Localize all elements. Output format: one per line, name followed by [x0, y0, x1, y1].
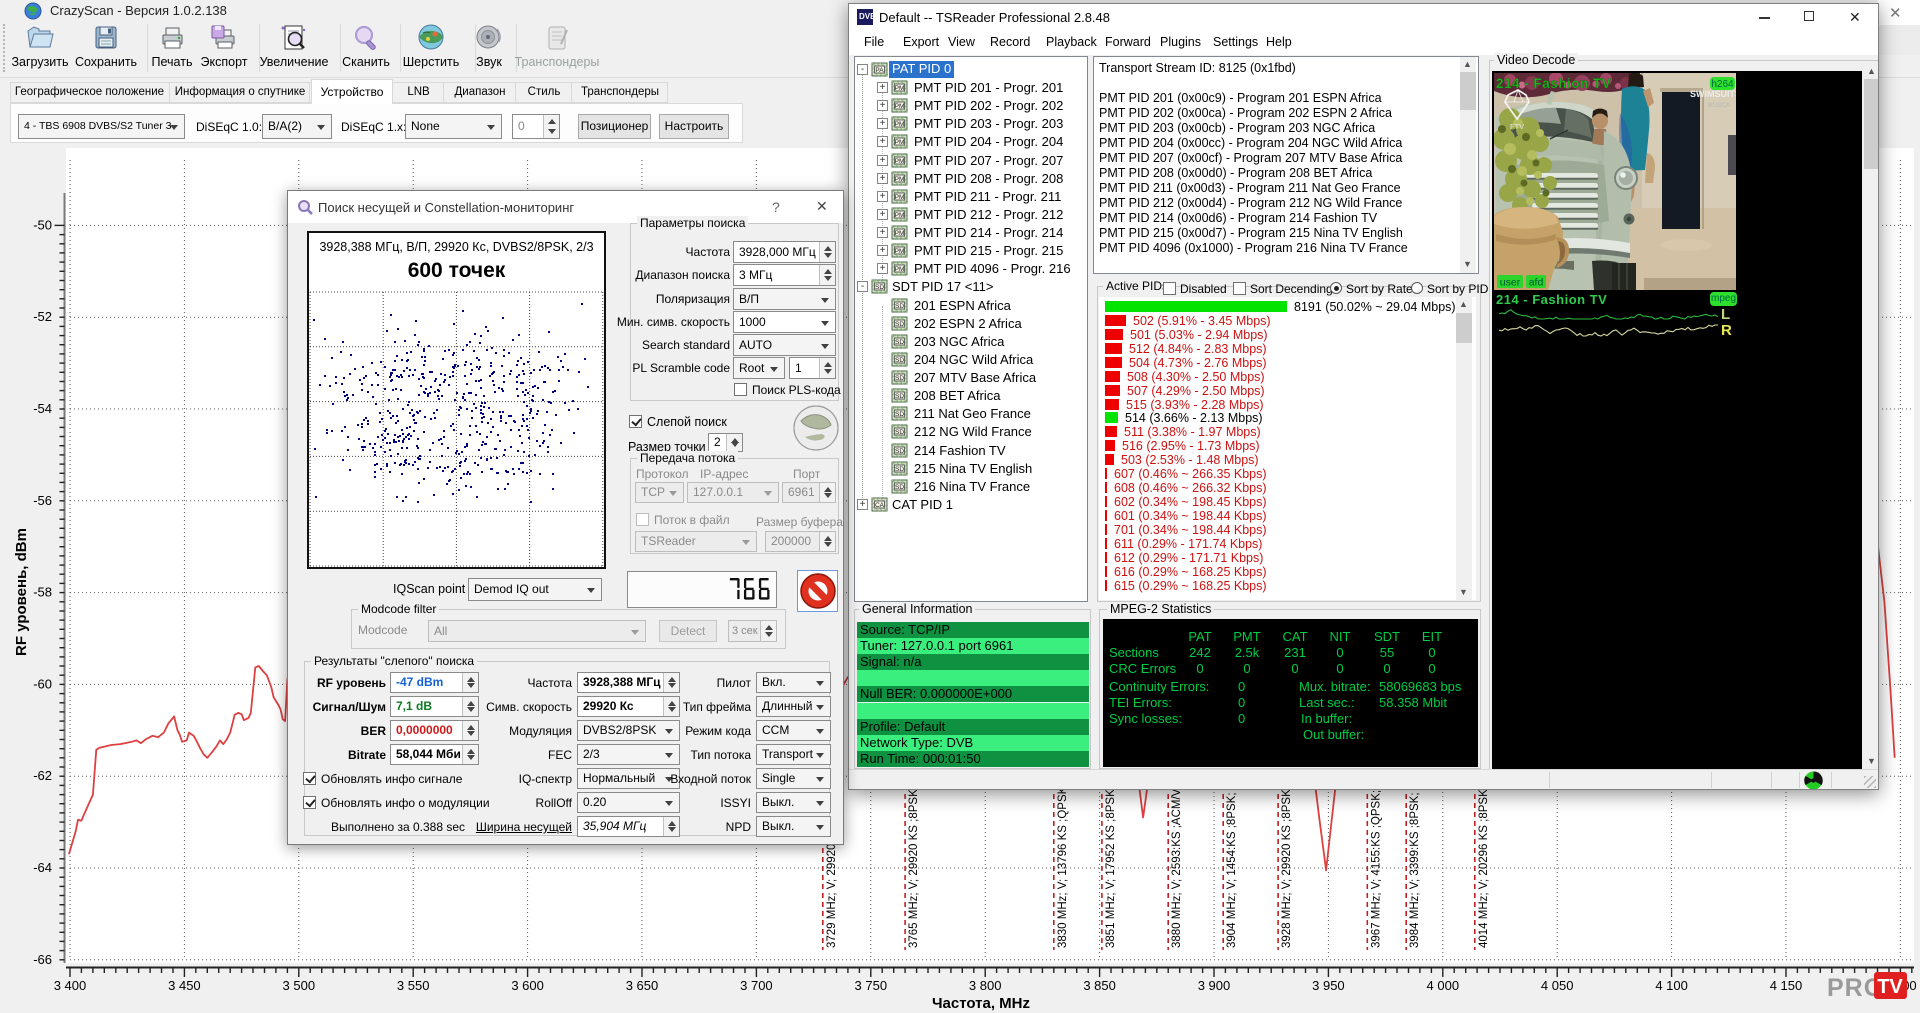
svg-text:TV: TV	[1877, 976, 1903, 998]
svg-text:-66: -66	[33, 952, 52, 967]
svg-text:SD: SD	[895, 393, 904, 400]
svg-text:-62: -62	[33, 768, 52, 783]
svg-text:3880 MHz; V; 2593:KS ;ACM/VCM: 3880 MHz; V; 2593:KS ;ACM/VCM ;	[1171, 764, 1183, 948]
svg-text:PM: PM	[895, 85, 905, 92]
svg-text:3 550: 3 550	[397, 978, 430, 993]
svg-text:3 500: 3 500	[283, 978, 316, 993]
svg-text:3 700: 3 700	[740, 978, 773, 993]
svg-text:3 800: 3 800	[969, 978, 1002, 993]
svg-text:4014 MHz; V; 20296 KS ;8PSK; 7: 4014 MHz; V; 20296 KS ;8PSK; 7/8;	[1478, 764, 1490, 948]
svg-text:PM: PM	[895, 212, 905, 219]
svg-text:SD: SD	[895, 448, 904, 455]
svg-text:user: user	[1500, 277, 1521, 289]
svg-text:-58: -58	[33, 585, 52, 600]
svg-text:3 400: 3 400	[54, 978, 87, 993]
svg-text:4 150: 4 150	[1770, 978, 1803, 993]
svg-text:4 100: 4 100	[1655, 978, 1688, 993]
svg-text:-64: -64	[33, 860, 52, 875]
svg-text:afd: afd	[1529, 277, 1544, 289]
svg-text:SD: SD	[895, 375, 904, 382]
svg-text:SD: SD	[875, 284, 884, 291]
svg-text:SD: SD	[895, 466, 904, 473]
svg-text:CA: CA	[875, 502, 885, 509]
svg-text:SD: SD	[895, 429, 904, 436]
svg-text:-50: -50	[33, 217, 52, 232]
svg-text:PM: PM	[895, 176, 905, 183]
svg-text:PM: PM	[895, 121, 905, 128]
svg-text:-60: -60	[33, 676, 52, 691]
svg-text:3851 MHz; V; 17952 KS ;8PSK; 3: 3851 MHz; V; 17952 KS ;8PSK; 3/4;	[1105, 764, 1117, 948]
svg-text:3984 MHz; V; 3399:KS ;8PSK; 2/: 3984 MHz; V; 3399:KS ;8PSK; 2/3;	[1409, 770, 1421, 948]
svg-text:4 000: 4 000	[1427, 978, 1460, 993]
svg-text:SD: SD	[895, 357, 904, 364]
svg-text:3904 MHz; V; 1454:KS ;8PSK; 3/: 3904 MHz; V; 1454:KS ;8PSK; 3/4;	[1226, 770, 1238, 948]
svg-text:PM: PM	[895, 266, 905, 273]
svg-text:FTV: FTV	[1510, 122, 1524, 131]
svg-text:3 650: 3 650	[626, 978, 659, 993]
svg-text:3 900: 3 900	[1198, 978, 1231, 993]
svg-text:3 750: 3 750	[855, 978, 888, 993]
svg-text:3 450: 3 450	[168, 978, 201, 993]
svg-text:PM: PM	[895, 103, 905, 110]
svg-text:214 - Fashion TV: 214 - Fashion TV	[1496, 76, 1611, 91]
svg-text:SD: SD	[895, 303, 904, 310]
svg-text:PM: PM	[895, 158, 905, 165]
svg-text:SD: SD	[895, 484, 904, 491]
svg-text:SD: SD	[895, 339, 904, 346]
svg-text:3967 MHz; V; 4155:KS ;QPSK; 1/: 3967 MHz; V; 4155:KS ;QPSK; 1/2;	[1370, 768, 1382, 948]
svg-text:PA: PA	[875, 67, 884, 74]
svg-text:4 050: 4 050	[1541, 978, 1574, 993]
svg-text:PM: PM	[895, 248, 905, 255]
svg-text:-54: -54	[33, 401, 52, 416]
svg-text:3928 MHz; V; 29920 KS ;8PSK; 2: 3928 MHz; V; 29920 KS ;8PSK; 2/3;	[1281, 764, 1293, 948]
svg-text:-56: -56	[33, 493, 52, 508]
svg-text:3765 MHz; V; 29920 KS ;8PSK; 3: 3765 MHz; V; 29920 KS ;8PSK; 3/4;	[908, 764, 920, 948]
svg-text:3 600: 3 600	[511, 978, 544, 993]
svg-text:PM: PM	[895, 230, 905, 237]
svg-text:3 850: 3 850	[1083, 978, 1116, 993]
svg-text:Частота, MHz: Частота, MHz	[932, 995, 1030, 1012]
svg-text:BUSCA: BUSCA	[1708, 102, 1731, 109]
svg-text:SD: SD	[895, 411, 904, 418]
svg-text:SD: SD	[895, 321, 904, 328]
svg-text:3 950: 3 950	[1312, 978, 1345, 993]
svg-text:-52: -52	[33, 309, 52, 324]
svg-text:SWIMSUITS: SWIMSUITS	[1690, 89, 1736, 99]
svg-text:PM: PM	[895, 139, 905, 146]
svg-text:PM: PM	[895, 194, 905, 201]
svg-text:RF уровень, dBm: RF уровень, dBm	[13, 528, 30, 656]
